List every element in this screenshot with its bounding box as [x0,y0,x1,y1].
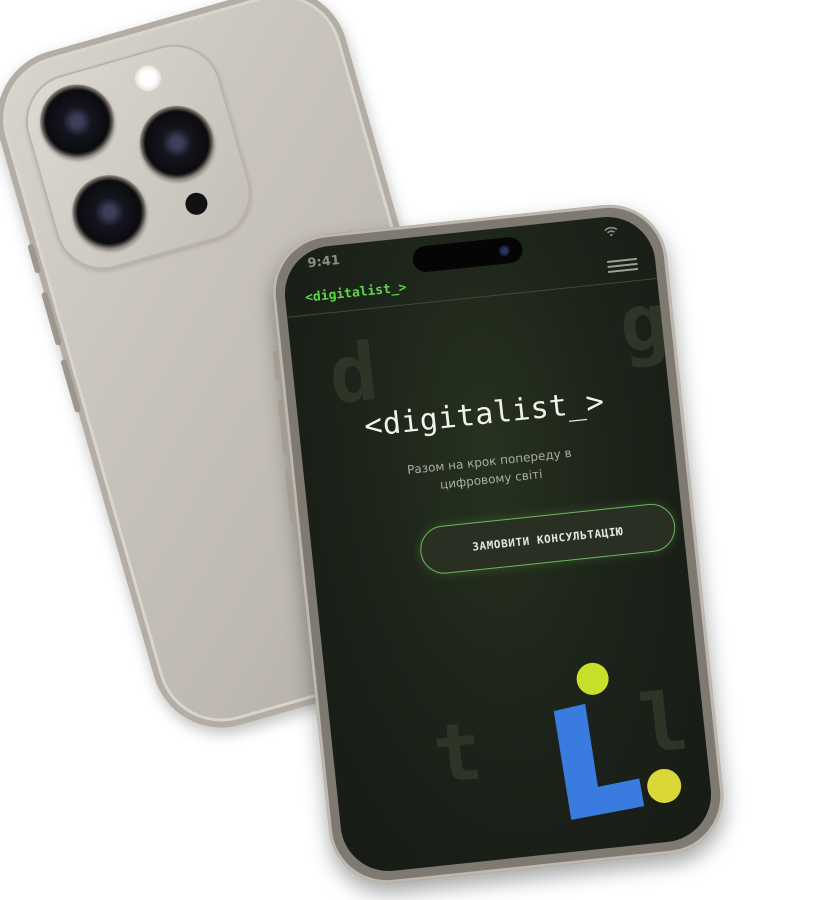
background-letter: t [428,704,487,802]
camera-lens-icon [131,97,223,189]
wifi-icon [604,226,618,237]
phone-screen: 9:41 <digitalist_> d g t l <digitalist_>… [280,212,716,876]
front-phone-device: 9:41 <digitalist_> d g t l <digitalist_>… [267,199,729,889]
speaker-grille-icon [513,843,555,852]
background-letter: d [324,324,383,423]
site-logo[interactable]: <digitalist_> [304,280,407,306]
side-button [27,243,42,274]
camera-module [14,33,262,281]
front-camera-icon [497,244,511,258]
hero-subtitle: Разом на крок попереду в цифровому світі [391,442,590,498]
order-consultation-button[interactable]: ЗАМОВИТИ КОНСУЛЬТАЦІЮ [417,501,678,577]
volume-up-button [41,291,62,346]
decorative-letter-i-illustration [553,662,682,820]
lidar-sensor-icon [182,190,211,218]
background-letter: g [614,274,673,372]
volume-down-button [60,358,82,414]
camera-lens-icon [63,166,156,258]
flash-icon [131,62,165,95]
status-bar-time: 9:41 [306,253,341,272]
camera-lens-icon [31,75,123,168]
hamburger-menu-icon[interactable] [607,257,639,273]
